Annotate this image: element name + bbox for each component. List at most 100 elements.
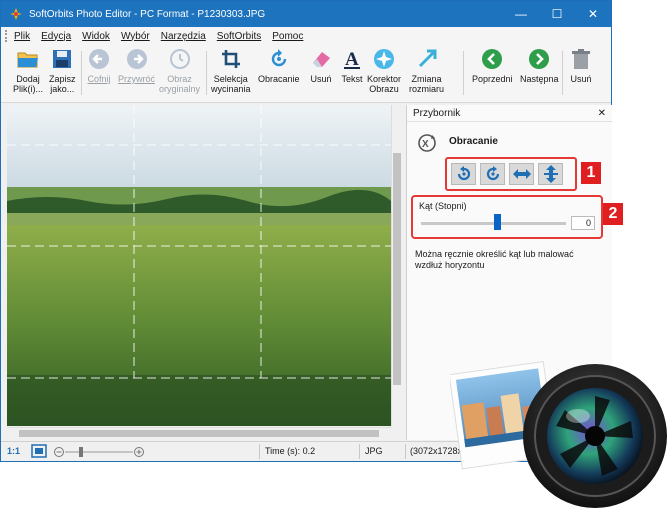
- menu-edycja[interactable]: Edycja: [41, 31, 71, 42]
- toolbar-separator: [206, 51, 207, 95]
- resize-button[interactable]: Zmiana rozmiaru: [409, 47, 444, 94]
- add-files-button[interactable]: Dodaj Plik(i)...: [13, 47, 43, 94]
- horizontal-scrollbar[interactable]: [7, 427, 391, 438]
- window-title: SoftOrbits Photo Editor - PC Format - P1…: [29, 8, 266, 20]
- fit-screen-button[interactable]: [31, 444, 47, 460]
- horizontal-scroll-thumb[interactable]: [19, 430, 379, 437]
- undo-arrow-icon: [87, 47, 111, 71]
- angle-control: Kąt (Stopni) 0: [411, 195, 603, 239]
- erase-button[interactable]: Usuń: [309, 47, 333, 84]
- fit-screen-icon: [31, 444, 47, 458]
- vertical-scroll-thumb[interactable]: [393, 153, 401, 385]
- status-separator: [359, 444, 360, 459]
- folder-open-icon: [16, 47, 40, 71]
- field-photo: [7, 105, 391, 426]
- corrector-label-1: Korektor: [367, 74, 402, 84]
- status-separator: [259, 444, 260, 459]
- menu-grip: [5, 30, 8, 42]
- clock-history-icon: [168, 47, 192, 71]
- image-corrector-button[interactable]: Korektor Obrazu: [367, 47, 401, 94]
- crop-icon: [219, 47, 243, 71]
- time-readout: Time (s): 0.2: [265, 446, 316, 456]
- toolbar-separator: [463, 51, 464, 95]
- eraser-icon: [309, 47, 333, 71]
- toolbox-header: Przybornik ✕: [407, 105, 612, 122]
- next-button[interactable]: Następna: [520, 47, 559, 84]
- rotate-hint-text: Można ręcznie określić kąt lub malować w…: [415, 249, 574, 270]
- menu-wybor[interactable]: Wybór: [121, 31, 150, 42]
- original-image-button[interactable]: Obraz oryginalny: [159, 47, 200, 94]
- rotate-label: Obracanie: [258, 74, 300, 84]
- resize-label-1: Zmiana: [411, 74, 442, 84]
- callout-badge-2: 2: [603, 203, 623, 225]
- redo-button[interactable]: Przywróć: [118, 47, 155, 84]
- flip-vertical-icon: [543, 165, 558, 183]
- add-label-2: Plik(i)...: [13, 84, 43, 94]
- corrector-sparkle-icon: [372, 47, 396, 71]
- zoom-slider[interactable]: [53, 446, 145, 460]
- previous-arrow-icon: [480, 47, 504, 71]
- toolbox-title: Przybornik: [413, 107, 461, 119]
- menu-softorbits[interactable]: SoftOrbits: [217, 31, 261, 42]
- previous-label: Poprzedni: [472, 74, 513, 84]
- save-as-button[interactable]: Zapisz jako...: [49, 47, 76, 94]
- corrector-label-2: Obrazu: [369, 84, 399, 94]
- flip-horizontal-button[interactable]: [509, 163, 534, 185]
- close-button[interactable]: ✕: [575, 1, 611, 27]
- save-label-1: Zapisz: [49, 74, 76, 84]
- toolbox-close-button[interactable]: ✕: [598, 108, 606, 119]
- toolbar: Dodaj Plik(i)... Zapisz jako... Cofnij P…: [1, 45, 611, 103]
- crop-label-2: wycinania: [211, 84, 251, 94]
- rotate-button[interactable]: Obracanie: [258, 47, 300, 84]
- svg-text:A: A: [345, 49, 359, 70]
- undo-button[interactable]: Cofnij: [87, 47, 111, 84]
- callout-badge-1: 1: [581, 162, 601, 184]
- angle-value-input[interactable]: 0: [571, 216, 595, 230]
- floppy-save-icon: [50, 47, 74, 71]
- crop-selection-button[interactable]: Selekcja wycinania: [211, 47, 251, 94]
- angle-slider-thumb[interactable]: [494, 214, 502, 230]
- previous-button[interactable]: Poprzedni: [472, 47, 513, 84]
- text-label: Tekst: [341, 74, 363, 84]
- redo-arrow-icon: [125, 47, 149, 71]
- toolbar-separator: [81, 51, 82, 95]
- rotate-panel-title: Obracanie: [449, 136, 498, 147]
- zoom-slider-graphic: [54, 447, 144, 457]
- redo-label: Przywróć: [118, 74, 156, 84]
- text-button[interactable]: A Tekst: [340, 47, 364, 84]
- format-readout: JPG: [365, 446, 383, 456]
- minimize-button[interactable]: —: [503, 1, 539, 27]
- menu-bar: Plik Edycja Widok Wybór Narzędzia SoftOr…: [1, 27, 611, 45]
- undo-label: Cofnij: [87, 74, 111, 84]
- image-canvas[interactable]: [7, 105, 391, 426]
- menu-pomoc[interactable]: Pomoc: [272, 31, 303, 42]
- menu-narzedzia[interactable]: Narzędzia: [161, 31, 206, 42]
- vertical-scrollbar[interactable]: [391, 105, 402, 426]
- menu-widok[interactable]: Widok: [82, 31, 110, 42]
- flip-horizontal-icon: [512, 169, 531, 179]
- rotate-left-button[interactable]: [451, 163, 476, 185]
- title-bar: SoftOrbits Photo Editor - PC Format - P1…: [1, 1, 611, 27]
- rotate-tool-icon: X: [418, 134, 436, 152]
- rotate-left-icon: [457, 166, 470, 181]
- original-label-1: Obraz: [167, 74, 192, 84]
- toolbar-separator: [562, 51, 563, 95]
- app-logo-icon: [10, 8, 22, 20]
- add-label-1: Dodaj: [16, 74, 40, 84]
- erase-label: Usuń: [310, 74, 332, 84]
- next-label: Następna: [520, 74, 559, 84]
- maximize-button[interactable]: ☐: [539, 1, 575, 27]
- delete-button[interactable]: Usuń: [569, 47, 593, 84]
- rotate-right-button[interactable]: [480, 163, 505, 185]
- resize-arrow-icon: [415, 47, 439, 71]
- angle-label: Kąt (Stopni): [419, 201, 467, 211]
- delete-label: Usuń: [570, 74, 592, 84]
- flip-vertical-button[interactable]: [538, 163, 563, 185]
- menu-plik[interactable]: Plik: [14, 31, 30, 42]
- text-a-icon: A: [340, 47, 364, 71]
- zoom-ratio-button[interactable]: 1:1: [7, 446, 20, 456]
- svg-text:X: X: [422, 139, 429, 150]
- original-label-2: oryginalny: [159, 84, 201, 94]
- crop-label-1: Selekcja: [213, 74, 248, 84]
- next-arrow-icon: [527, 47, 551, 71]
